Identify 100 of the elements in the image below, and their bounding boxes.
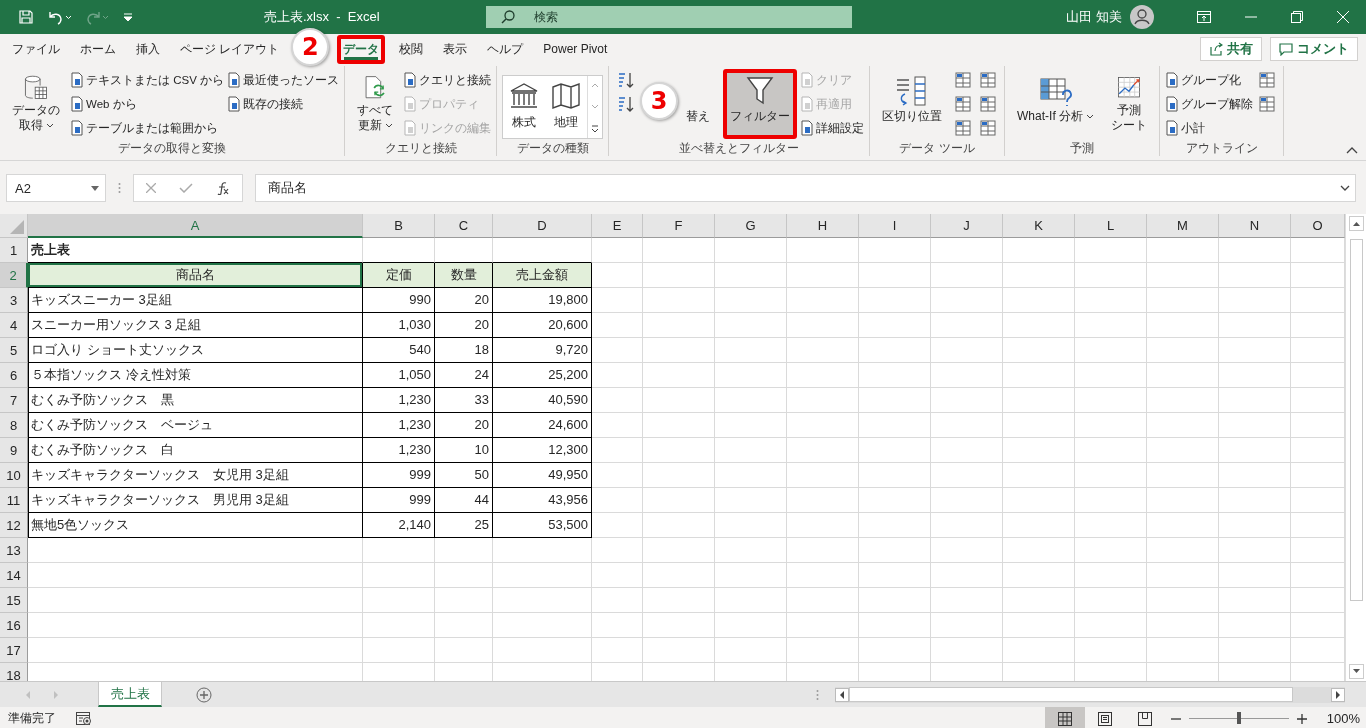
table-cell: 43,956 — [493, 488, 592, 513]
table-cell: 24,600 — [493, 413, 592, 438]
table-cell: 25,200 — [493, 363, 592, 388]
row-header[interactable]: 13 — [0, 538, 28, 563]
group-label: アウトライン — [1184, 140, 1259, 156]
sheet-tab[interactable]: 売上表 — [98, 682, 162, 707]
table-cell: 1,030 — [363, 313, 435, 338]
gallery-item[interactable]: 株式 — [503, 76, 546, 138]
column-header[interactable]: C — [435, 214, 493, 238]
row-header[interactable]: 2 — [0, 263, 28, 288]
ribbon-button[interactable]: 最近使ったソース — [227, 69, 340, 91]
gallery-item[interactable]: 地理 — [545, 76, 588, 138]
search-field[interactable]: 検索 — [485, 6, 852, 28]
row-header[interactable]: 12 — [0, 513, 28, 538]
table-cell: 20,600 — [493, 313, 592, 338]
table-cell: 20 — [435, 288, 493, 313]
table-cell: 999 — [363, 463, 435, 488]
ribbon-button[interactable]: Web から — [70, 93, 225, 115]
table-cell: 1,230 — [363, 413, 435, 438]
ribbon-tab[interactable]: データ — [337, 34, 386, 64]
zoom-level[interactable]: 100% — [1326, 711, 1360, 726]
column-header[interactable]: I — [859, 214, 931, 238]
ribbon-button[interactable]: テーブルまたは範囲から — [70, 117, 225, 139]
status-text: 準備完了 — [8, 710, 56, 727]
row-header[interactable]: 17 — [0, 638, 28, 663]
group-label: データの種類 — [515, 140, 590, 156]
row-header[interactable]: 6 — [0, 363, 28, 388]
ribbon-button[interactable]: グループ解除 — [1165, 93, 1254, 115]
row-header[interactable]: 16 — [0, 613, 28, 638]
table-cell: 20 — [435, 313, 493, 338]
table-cell: 12,300 — [493, 438, 592, 463]
column-header[interactable]: H — [787, 214, 859, 238]
table-cell: 定価 — [363, 263, 435, 288]
ribbon-button[interactable]: クエリと接続 — [403, 69, 492, 91]
column-header[interactable]: A — [28, 214, 363, 238]
column-header[interactable]: O — [1291, 214, 1345, 238]
table-cell: 18 — [435, 338, 493, 363]
column-header[interactable]: L — [1075, 214, 1147, 238]
ribbon-tab[interactable]: ヘルプ — [481, 34, 530, 64]
table-cell: 50 — [435, 463, 493, 488]
share-button[interactable]: 共有 — [1200, 37, 1262, 61]
ribbon-button[interactable]: 詳細設定 — [800, 117, 865, 139]
group-label: データ ツール — [898, 140, 976, 156]
table-cell: 40,590 — [493, 388, 592, 413]
table-cell: ５本指ソックス 冷え性対策 — [28, 363, 363, 388]
table-cell: 10 — [435, 438, 493, 463]
table-cell: 33 — [435, 388, 493, 413]
ribbon-tab[interactable]: ホーム — [74, 34, 122, 64]
column-header[interactable]: N — [1219, 214, 1291, 238]
ribbon-tab[interactable]: 表示 — [437, 34, 474, 64]
row-header[interactable]: 1 — [0, 238, 28, 263]
group-label: 並べ替えとフィルター — [678, 140, 801, 156]
ribbon-button[interactable]: すべて 更新 — [350, 69, 401, 139]
column-header[interactable]: J — [931, 214, 1003, 238]
column-header[interactable]: E — [592, 214, 643, 238]
row-header[interactable]: 10 — [0, 463, 28, 488]
row-header[interactable]: 8 — [0, 413, 28, 438]
row-header[interactable]: 14 — [0, 563, 28, 588]
ribbon-button[interactable]: 小計 — [1165, 117, 1254, 139]
comment-button[interactable]: コメント — [1270, 37, 1358, 61]
table-cell: 数量 — [435, 263, 493, 288]
step-number-badge: 3 — [640, 82, 678, 120]
table-cell: 20 — [435, 413, 493, 438]
row-header[interactable]: 15 — [0, 588, 28, 613]
table-cell: 990 — [363, 288, 435, 313]
column-header[interactable]: D — [493, 214, 592, 238]
ribbon-tab[interactable]: ファイル — [6, 34, 66, 64]
column-header[interactable]: K — [1003, 214, 1075, 238]
row-header[interactable]: 5 — [0, 338, 28, 363]
ribbon-button[interactable]: 既存の接続 — [227, 93, 340, 115]
ribbon-button[interactable]: グループ化 — [1165, 69, 1254, 91]
window-title: 売上表.xlsx - Excel — [264, 8, 380, 26]
row-header[interactable]: 18 — [0, 663, 28, 681]
table-cell: 999 — [363, 488, 435, 513]
row-header[interactable]: 9 — [0, 438, 28, 463]
ribbon-button[interactable]: フィルター — [723, 69, 798, 139]
column-header[interactable]: B — [363, 214, 435, 238]
ribbon-tab[interactable]: 校閲 — [393, 34, 430, 64]
ribbon-button[interactable]: 予測 シート — [1104, 69, 1155, 139]
table-cell: 53,500 — [493, 513, 592, 538]
ribbon-tab[interactable]: ページ レイアウト — [174, 34, 286, 64]
row-header[interactable]: 3 — [0, 288, 28, 313]
ribbon-tab[interactable]: 挿入 — [130, 34, 166, 64]
ribbon-tab[interactable]: Power Pivot — [537, 36, 614, 62]
table-cell: むくみ予防ソックス 黒 — [28, 388, 363, 413]
ribbon-button[interactable]: テキストまたは CSV から — [70, 69, 225, 91]
ribbon-button[interactable]: 区切り位置 — [875, 69, 950, 139]
row-header[interactable]: 7 — [0, 388, 28, 413]
data-type-gallery[interactable]: 株式 地理 — [502, 75, 604, 139]
row-header[interactable]: 11 — [0, 488, 28, 513]
ribbon-button[interactable]: データの 取得 — [5, 69, 67, 139]
table-cell: ロゴ入り ショート丈ソックス — [28, 338, 363, 363]
row-header[interactable]: 4 — [0, 313, 28, 338]
formula-field[interactable]: 商品名 — [255, 174, 1356, 202]
column-header[interactable]: F — [643, 214, 715, 238]
ribbon-button[interactable]: What-If 分析 — [1010, 69, 1102, 139]
column-header[interactable]: M — [1147, 214, 1219, 238]
name-box[interactable]: A2 — [6, 174, 106, 202]
user-name: 山田 知美 — [1066, 8, 1122, 26]
column-header[interactable]: G — [715, 214, 787, 238]
